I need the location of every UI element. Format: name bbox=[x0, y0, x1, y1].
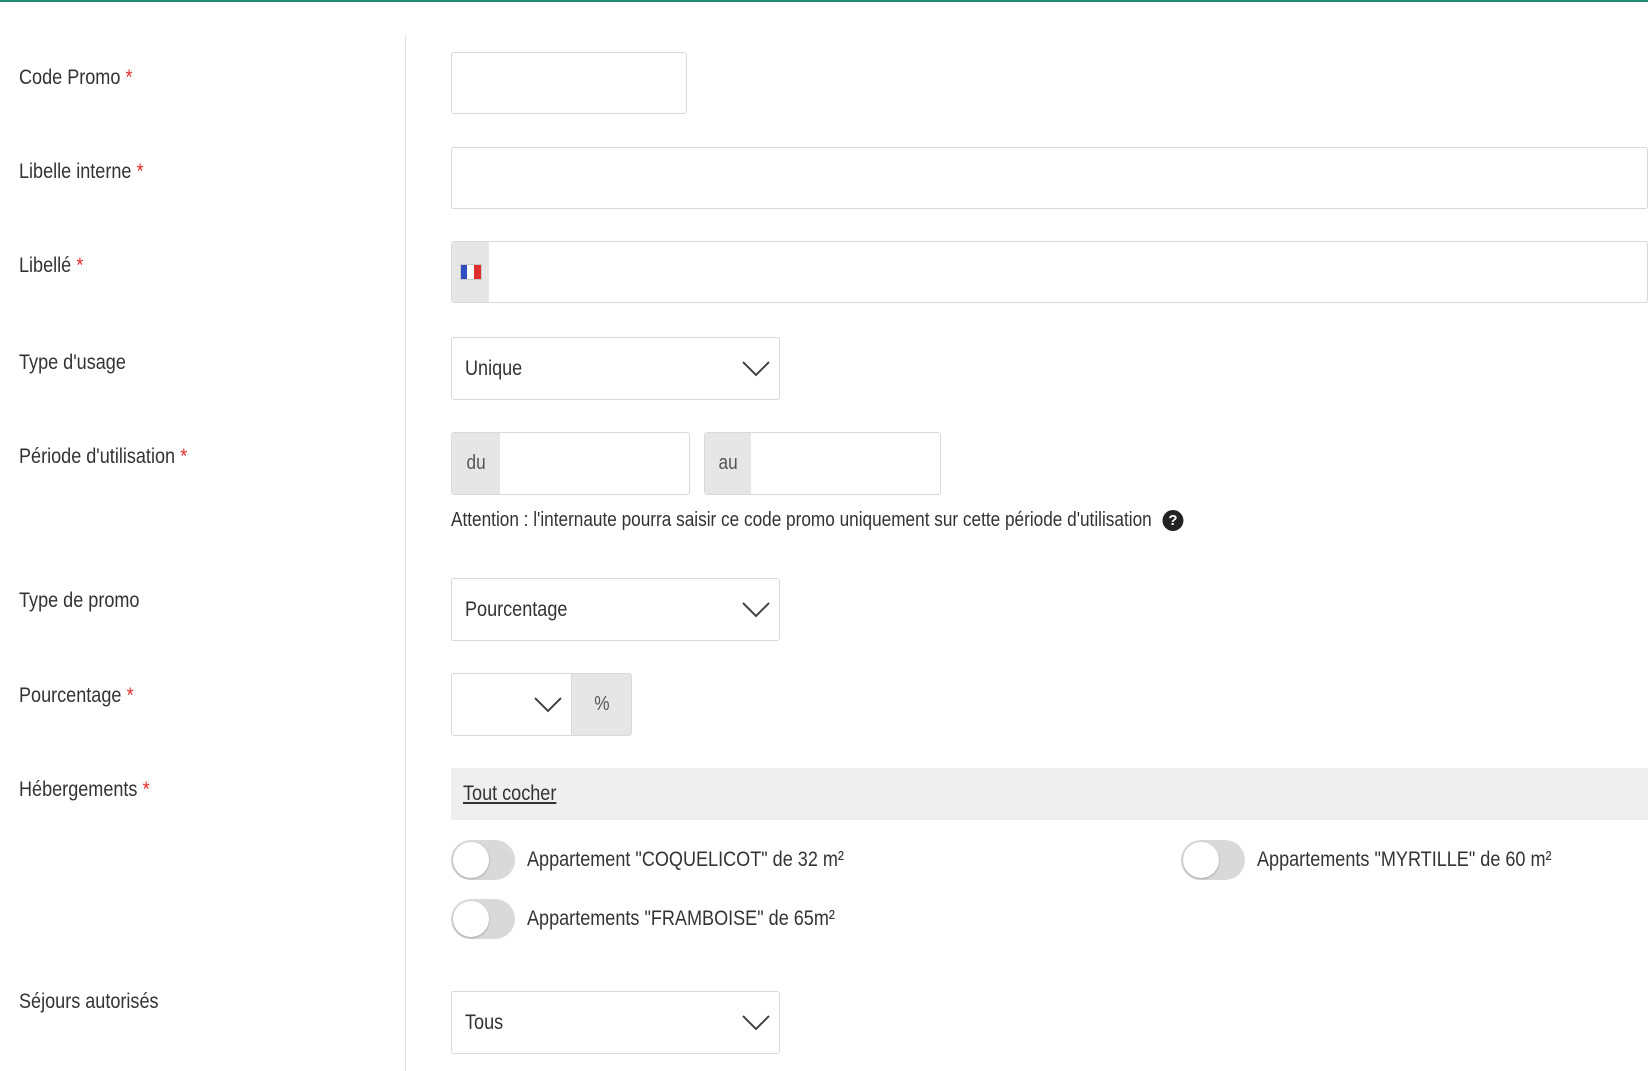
du-addon: du bbox=[452, 433, 500, 494]
hebergements-label: Hébergements * bbox=[19, 778, 150, 801]
required-marker: * bbox=[180, 445, 188, 468]
required-marker: * bbox=[125, 66, 133, 89]
periode-du-input[interactable] bbox=[500, 433, 689, 494]
tout-cocher-link[interactable]: Tout cocher bbox=[463, 768, 556, 820]
question-circle-icon[interactable]: ? bbox=[1162, 510, 1184, 531]
hebergement-toggle-row[interactable]: Appartement "COQUELICOT" de 32 m² bbox=[451, 840, 896, 880]
required-marker: * bbox=[142, 778, 150, 801]
code-promo-label: Code Promo * bbox=[19, 66, 133, 89]
tout-cocher-bar: Tout cocher bbox=[451, 768, 1648, 820]
pourcentage-select[interactable] bbox=[451, 673, 572, 736]
periode-au-input[interactable] bbox=[751, 433, 940, 494]
sejours-label: Séjours autorisés bbox=[19, 990, 159, 1013]
required-marker: * bbox=[126, 684, 134, 707]
type-promo-selected: Pourcentage bbox=[465, 597, 568, 621]
required-marker: * bbox=[136, 160, 144, 183]
code-promo-input[interactable] bbox=[452, 53, 686, 113]
libelle-input[interactable] bbox=[489, 242, 1647, 302]
libelle-interne-label: Libelle interne * bbox=[19, 160, 144, 183]
top-accent-line bbox=[0, 0, 1648, 2]
type-promo-label: Type de promo bbox=[19, 589, 140, 612]
toggle-switch[interactable] bbox=[451, 840, 515, 880]
hebergement-toggle-row[interactable]: Appartements "FRAMBOISE" de 65m² bbox=[451, 899, 885, 939]
periode-au-field[interactable]: au bbox=[704, 432, 941, 495]
france-flag-icon bbox=[459, 264, 482, 280]
hebergement-toggle-row[interactable]: Appartements "MYRTILLE" de 60 m² bbox=[1181, 840, 1600, 880]
chevron-down-icon bbox=[534, 696, 562, 712]
chevron-down-icon bbox=[742, 1014, 770, 1030]
percent-unit: % bbox=[593, 693, 610, 715]
toggle-switch[interactable] bbox=[451, 899, 515, 939]
periode-note-text: Attention : l'internaute pourra saisir c… bbox=[451, 509, 1152, 531]
type-usage-label: Type d'usage bbox=[19, 351, 126, 374]
percent-addon: % bbox=[571, 673, 632, 736]
chevron-down-icon bbox=[742, 360, 770, 376]
periode-label: Période d'utilisation * bbox=[19, 445, 188, 468]
libelle-interne-input[interactable] bbox=[452, 148, 1647, 208]
periode-note: Attention : l'internaute pourra saisir c… bbox=[451, 509, 1184, 532]
type-usage-select[interactable]: Unique bbox=[451, 337, 780, 400]
libelle-field[interactable] bbox=[451, 241, 1648, 303]
chevron-down-icon bbox=[742, 601, 770, 617]
au-addon: au bbox=[705, 433, 751, 494]
type-promo-select[interactable]: Pourcentage bbox=[451, 578, 780, 641]
periode-du-field[interactable]: du bbox=[451, 432, 690, 495]
hebergement-label: Appartement "COQUELICOT" de 32 m² bbox=[527, 848, 844, 871]
language-addon[interactable] bbox=[452, 242, 489, 302]
libelle-label: Libellé * bbox=[19, 254, 84, 277]
toggle-knob bbox=[453, 842, 489, 878]
toggle-knob bbox=[1183, 842, 1219, 878]
pourcentage-label: Pourcentage * bbox=[19, 684, 134, 707]
hebergement-label: Appartements "FRAMBOISE" de 65m² bbox=[527, 907, 835, 930]
toggle-switch[interactable] bbox=[1181, 840, 1245, 880]
sejours-select[interactable]: Tous bbox=[451, 991, 780, 1054]
libelle-interne-field[interactable] bbox=[451, 147, 1648, 209]
toggle-knob bbox=[453, 901, 489, 937]
hebergement-label: Appartements "MYRTILLE" de 60 m² bbox=[1257, 848, 1552, 871]
code-promo-field[interactable] bbox=[451, 52, 687, 114]
type-usage-selected: Unique bbox=[465, 356, 523, 380]
column-divider bbox=[405, 35, 406, 1071]
required-marker: * bbox=[76, 254, 84, 277]
sejours-selected: Tous bbox=[465, 1010, 504, 1034]
